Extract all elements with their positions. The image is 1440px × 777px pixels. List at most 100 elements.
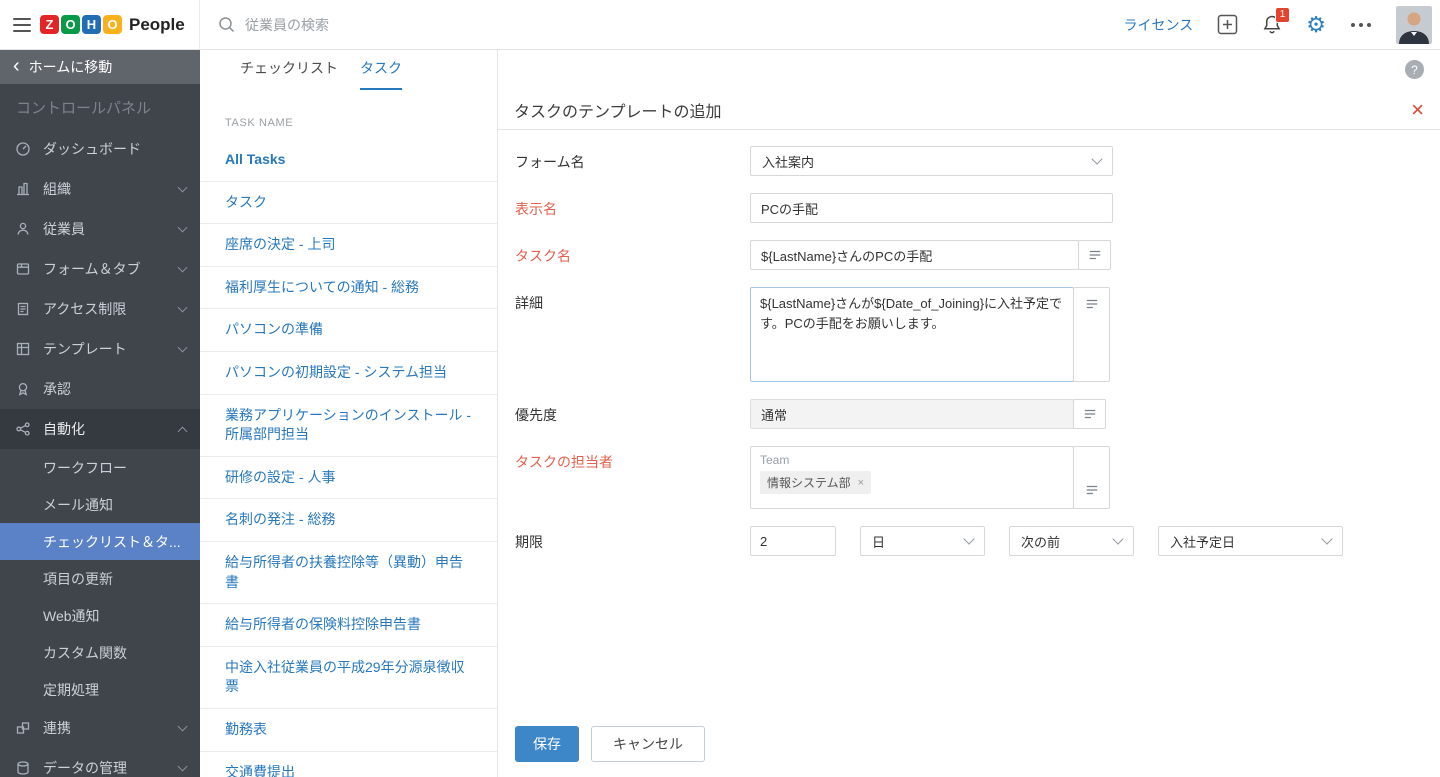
sidebar-item-integrations[interactable]: 連携 — [0, 708, 200, 748]
due-unit-select[interactable]: 日 — [860, 526, 985, 556]
tab-tasks[interactable]: タスク — [360, 58, 402, 90]
insert-merge-field-button[interactable] — [1073, 399, 1106, 429]
task-list-item[interactable]: パソコンの準備 — [200, 309, 497, 352]
task-list-item[interactable]: パソコンの初期設定 - システム担当 — [200, 352, 497, 395]
sidebar-subitem-custom-functions[interactable]: カスタム関数 — [0, 634, 200, 671]
insert-merge-field-button[interactable] — [1073, 287, 1110, 382]
back-chevron-icon: ‹ — [13, 55, 20, 77]
sidebar-subitem-checklist-tasks[interactable]: チェックリスト＆タ... — [0, 523, 200, 560]
template-icon — [14, 341, 32, 357]
logo-letter: O — [103, 15, 122, 34]
tab-checklist[interactable]: チェックリスト — [240, 58, 338, 90]
main-top-strip: ? — [498, 50, 1440, 90]
sidebar-item-label: 承認 — [43, 381, 71, 397]
display-name-label: 表示名 — [515, 201, 557, 217]
task-list-item[interactable]: 給与所得者の保険料控除申告書 — [200, 604, 497, 647]
sidebar-subitem-scheduled-actions[interactable]: 定期処理 — [0, 671, 200, 708]
save-button[interactable]: 保存 — [515, 726, 579, 762]
sidebar-item-label: データの管理 — [43, 760, 127, 776]
go-home-button[interactable]: ‹ ホームに移動 — [0, 50, 200, 84]
sidebar-item-dashboard[interactable]: ダッシュボード — [0, 129, 200, 169]
chevron-up-icon — [177, 426, 188, 436]
due-label: 期限 — [515, 534, 543, 550]
hamburger-menu-icon[interactable] — [13, 17, 31, 32]
sidebar-subitem-field-update[interactable]: 項目の更新 — [0, 560, 200, 597]
logo-letter: O — [61, 15, 80, 34]
task-list-item[interactable]: 座席の決定 - 上司 — [200, 224, 497, 267]
data-management-icon — [14, 760, 32, 776]
detail-textarea[interactable]: ${LastName}さんが${Date_of_Joining}に入社予定です。… — [750, 287, 1074, 382]
global-search — [200, 16, 1124, 33]
sidebar-subitem-mail-notification[interactable]: メール通知 — [0, 486, 200, 523]
panel-header: タスクのテンプレートの追加 × — [498, 90, 1440, 130]
due-reference-select[interactable]: 入社予定日 — [1158, 526, 1343, 556]
form-footer: 保存 キャンセル — [498, 726, 1440, 777]
sidebar-item-forms-tabs[interactable]: フォーム＆タブ — [0, 249, 200, 289]
task-list-item[interactable]: 研修の設定 - 人事 — [200, 457, 497, 500]
sidebar-item-employees[interactable]: 従業員 — [0, 209, 200, 249]
notification-badge: 1 — [1274, 7, 1291, 23]
task-list-item[interactable]: 名刺の発注 - 総務 — [200, 499, 497, 542]
remove-tag-icon[interactable]: × — [858, 477, 864, 489]
zoho-people-logo[interactable]: Z O H O People — [40, 15, 185, 35]
chevron-down-icon — [1321, 533, 1333, 545]
search-input[interactable] — [245, 16, 665, 33]
display-name-input[interactable] — [750, 193, 1113, 223]
notification-bell-icon[interactable]: 1 — [1262, 7, 1291, 35]
task-list-item[interactable]: 勤務表 — [200, 709, 497, 752]
form-row-form-name: フォーム名 入社案内 — [515, 146, 1440, 176]
due-relation-select[interactable]: 次の前 — [1009, 526, 1134, 556]
cancel-button[interactable]: キャンセル — [591, 726, 705, 762]
form-name-select[interactable]: 入社案内 — [750, 146, 1113, 176]
chevron-down-icon — [963, 533, 975, 545]
due-value-input[interactable] — [750, 526, 836, 556]
sidebar-item-label: 組織 — [43, 181, 71, 197]
sidebar-item-access-restrictions[interactable]: アクセス制限 — [0, 289, 200, 329]
insert-merge-field-button[interactable] — [1078, 240, 1111, 270]
help-icon[interactable]: ? — [1405, 60, 1424, 79]
close-icon[interactable]: × — [1411, 98, 1424, 121]
task-list-item[interactable]: 交通費提出 — [200, 752, 497, 777]
sidebar-item-data-management[interactable]: データの管理 — [0, 748, 200, 777]
insert-merge-field-button[interactable] — [1073, 446, 1110, 509]
sidebar-item-templates[interactable]: テンプレート — [0, 329, 200, 369]
chevron-down-icon — [1091, 153, 1103, 165]
task-template-form: フォーム名 入社案内 表示名 タスク名 — [498, 130, 1440, 726]
sidebar-item-organization[interactable]: 組織 — [0, 169, 200, 209]
task-name-input[interactable] — [750, 240, 1079, 270]
add-icon[interactable] — [1217, 14, 1238, 35]
sidebar-item-label: フォーム＆タブ — [43, 261, 141, 277]
due-unit-value: 日 — [872, 534, 886, 550]
form-name-value: 入社案内 — [762, 154, 815, 170]
zoho-logo-letters: Z O H O — [40, 15, 122, 34]
task-list-item[interactable]: タスク — [200, 182, 497, 225]
sidebar-item-label: 自動化 — [43, 421, 85, 437]
task-list-item[interactable]: All Tasks — [200, 139, 497, 182]
sidebar-item-label: 連携 — [43, 720, 71, 736]
task-list-item[interactable]: 福利厚生についての通知 - 総務 — [200, 267, 497, 310]
task-list-item[interactable]: 業務アプリケーションのインストール - 所属部門担当 — [200, 395, 497, 457]
task-list: All Tasks タスク 座席の決定 - 上司 福利厚生についての通知 - 総… — [200, 139, 497, 777]
subitem-label: 定期処理 — [43, 681, 99, 698]
user-avatar[interactable] — [1396, 5, 1432, 44]
sidebar-item-label: アクセス制限 — [43, 301, 127, 317]
logo-letter: H — [82, 15, 101, 34]
form-row-assignee: タスクの担当者 Team 情報システム部 × — [515, 446, 1440, 509]
form-row-due: 期限 日 次の前 入社予定日 — [515, 526, 1440, 556]
sidebar-item-automation[interactable]: 自動化 — [0, 409, 200, 449]
dashboard-icon — [14, 141, 32, 157]
settings-gear-icon[interactable]: ⚙ — [1306, 13, 1326, 36]
more-options-icon[interactable] — [1350, 22, 1372, 28]
assignee-tag-label: 情報システム部 — [767, 476, 851, 490]
sidebar-item-approvals[interactable]: 承認 — [0, 369, 200, 409]
sidebar-subitem-workflow[interactable]: ワークフロー — [0, 449, 200, 486]
task-list-item[interactable]: 中途入社従業員の平成29年分源泉徴収票 — [200, 647, 497, 709]
panel-title: タスクのテンプレートの追加 — [514, 103, 722, 121]
sidebar-subitem-web-notification[interactable]: Web通知 — [0, 597, 200, 634]
task-list-item[interactable]: 給与所得者の扶養控除等（異動）申告書 — [200, 542, 497, 605]
task-template-panel: ? タスクのテンプレートの追加 × フォーム名 入社案内 表示名 PCの手配 タ… — [498, 50, 1440, 777]
assignee-field[interactable]: Team 情報システム部 × — [750, 446, 1074, 509]
license-link[interactable]: ライセンス — [1124, 15, 1194, 35]
priority-field[interactable]: 通常 — [750, 399, 1074, 429]
automation-icon — [14, 421, 32, 437]
